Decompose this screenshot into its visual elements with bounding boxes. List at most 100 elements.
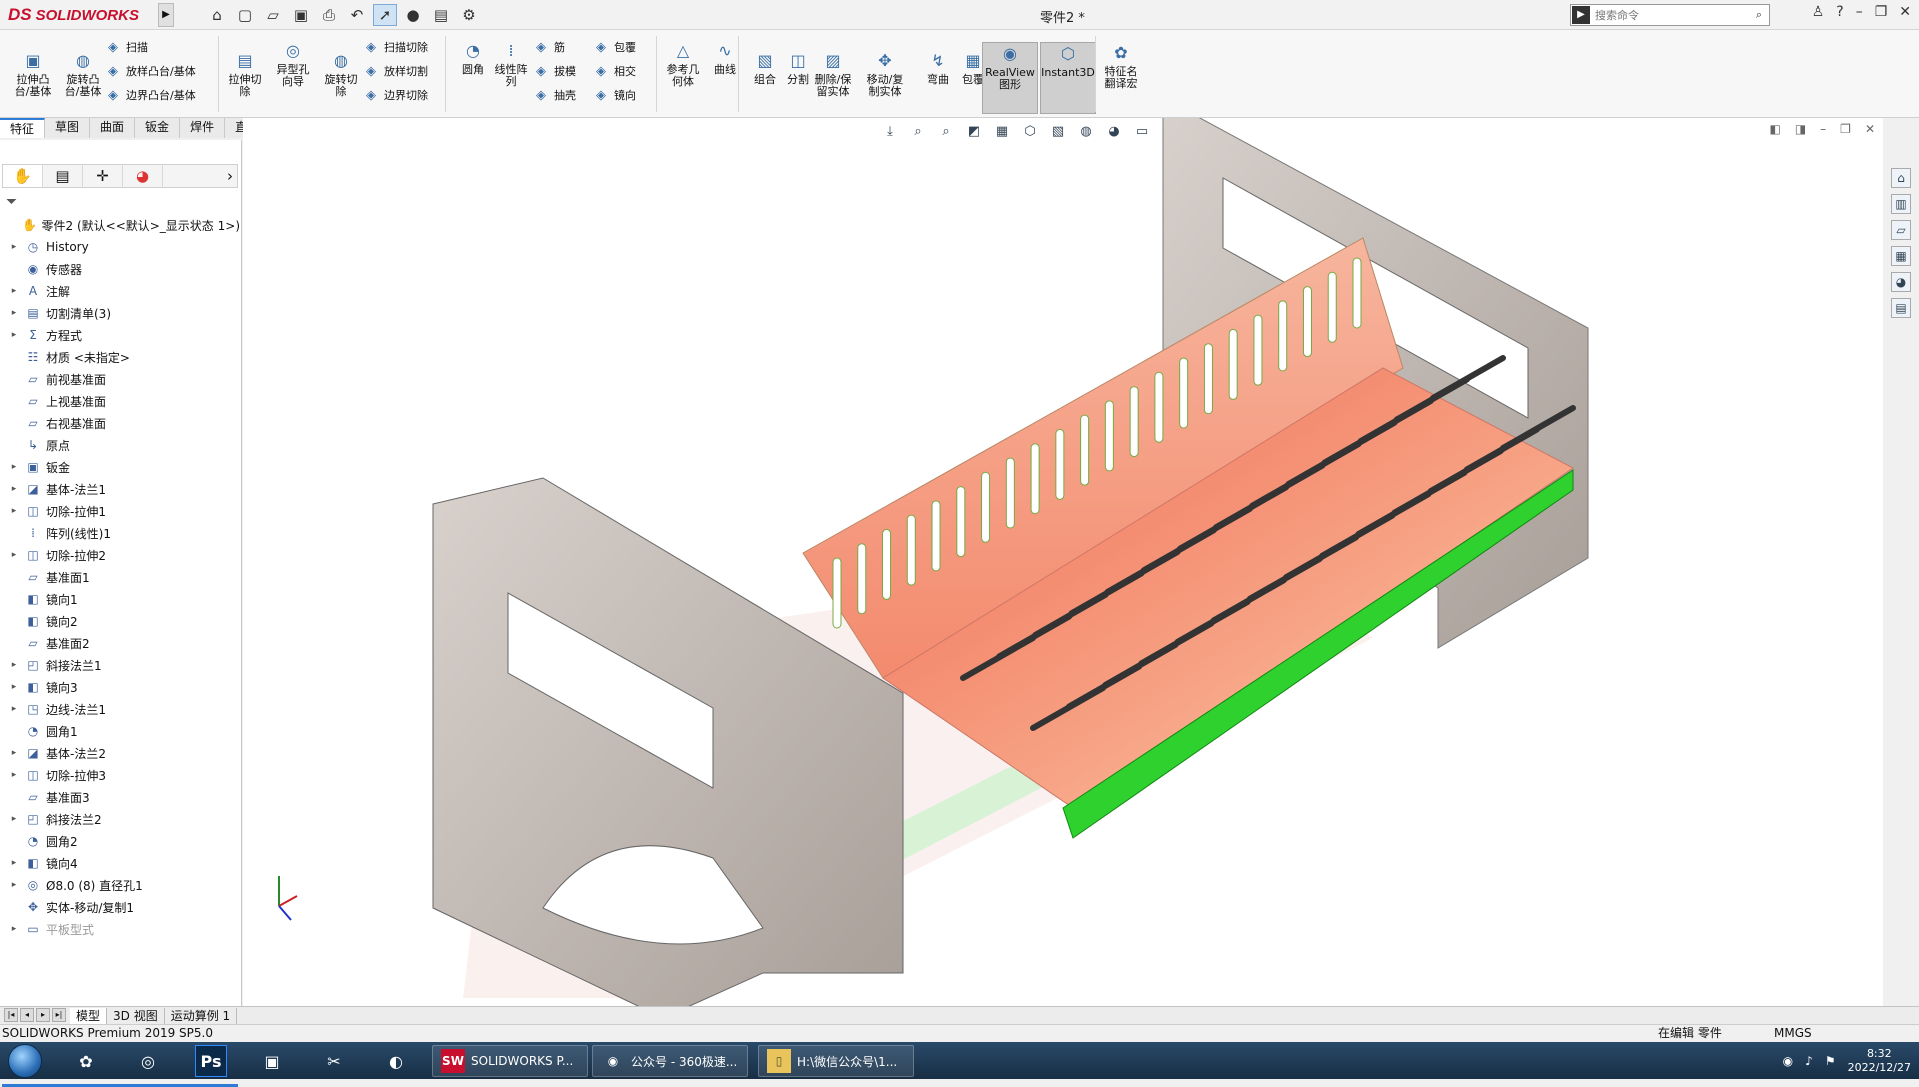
- select-arrow-icon[interactable]: ➚: [373, 4, 397, 26]
- tree-item[interactable]: ☷ 材质 <未指定>: [0, 346, 240, 368]
- feature-tree-tab-icon[interactable]: ✋: [3, 165, 43, 187]
- tree-item[interactable]: ▱ 基准面3: [0, 786, 240, 808]
- tree-item[interactable]: ▱ 基准面1: [0, 566, 240, 588]
- draft-button[interactable]: ◈ 拔模: [532, 62, 576, 80]
- appearance-icon[interactable]: ◕: [1104, 122, 1124, 140]
- tree-item[interactable]: ▸ ◫ 切除-拉伸2: [0, 544, 240, 566]
- viewport-minimize-icon[interactable]: –: [1820, 122, 1826, 136]
- tree-item[interactable]: ▱ 上视基准面: [0, 390, 240, 412]
- panel-more-icon[interactable]: ›: [163, 165, 237, 187]
- tree-item[interactable]: ▸ ◧ 镜向4: [0, 852, 240, 874]
- viewport-next-icon[interactable]: ◨: [1795, 122, 1806, 136]
- zoom-previous-icon[interactable]: ⌕: [936, 122, 956, 140]
- tray-network-icon[interactable]: ◉: [1783, 1054, 1793, 1068]
- open-file-icon[interactable]: ▱: [261, 4, 285, 26]
- prev-tab-icon[interactable]: ◂: [20, 1007, 34, 1022]
- expand-chevron-icon[interactable]: ▸: [8, 308, 20, 318]
- clock[interactable]: 8:32 2022/12/27: [1848, 1047, 1911, 1075]
- tab-0[interactable]: 特征: [0, 118, 46, 138]
- next-tab-icon[interactable]: ▸: [36, 1007, 50, 1022]
- tree-item[interactable]: ↳ 原点: [0, 434, 240, 456]
- view-orientation-icon[interactable]: ⬡: [1020, 122, 1040, 140]
- rib-button[interactable]: ◈ 筋: [532, 38, 565, 56]
- expand-chevron-icon[interactable]: ▸: [8, 506, 20, 516]
- configuration-tab-icon[interactable]: ✛: [83, 165, 123, 187]
- tree-item[interactable]: ◧ 镜向2: [0, 610, 240, 632]
- user-icon[interactable]: ♙: [1812, 4, 1825, 20]
- taskbar-window-1[interactable]: ◉ 公众号 - 360极速...: [592, 1045, 748, 1077]
- section-view-icon[interactable]: ◩: [964, 122, 984, 140]
- expand-chevron-icon[interactable]: ▸: [8, 330, 20, 340]
- expand-chevron-icon[interactable]: ▸: [8, 682, 20, 692]
- expand-chevron-icon[interactable]: ▸: [8, 242, 20, 252]
- expand-chevron-icon[interactable]: ▸: [8, 748, 20, 758]
- tab-1[interactable]: 草图: [45, 118, 91, 138]
- tree-item[interactable]: ▸ ◳ 边线-法兰1: [0, 698, 240, 720]
- start-button[interactable]: [8, 1044, 42, 1078]
- taskbar-window-0[interactable]: SW SOLIDWORKS P...: [432, 1045, 588, 1077]
- tree-item[interactable]: ▸ ◪ 基体-法兰1: [0, 478, 240, 500]
- search-mode-icon[interactable]: ▶: [1572, 6, 1590, 24]
- expand-chevron-icon[interactable]: ▸: [8, 704, 20, 714]
- tab-3[interactable]: 钣金: [135, 118, 181, 138]
- design-library-icon[interactable]: ▥: [1891, 194, 1911, 214]
- tool-app-icon[interactable]: ✂: [312, 1045, 356, 1077]
- expand-chevron-icon[interactable]: ▸: [8, 880, 20, 890]
- property-manager-tab-icon[interactable]: ▤: [43, 165, 83, 187]
- expand-chevron-icon[interactable]: ▸: [8, 924, 20, 934]
- undo-icon[interactable]: ↶: [345, 4, 369, 26]
- tree-item[interactable]: ▸ ▭ 平板型式: [0, 918, 240, 940]
- tab-2[interactable]: 曲面: [90, 118, 136, 138]
- taskbar-window-2[interactable]: ▯ H:\微信公众号\1...: [758, 1045, 914, 1077]
- search-input[interactable]: 搜索命令: [1591, 7, 1749, 23]
- expand-chevron-icon[interactable]: ▸: [8, 484, 20, 494]
- boundcut-button[interactable]: ◈ 边界切除: [362, 86, 428, 104]
- extcut-button[interactable]: ▤ 拉伸切 除: [222, 50, 268, 98]
- pinned-app-icon[interactable]: ✿: [64, 1045, 108, 1077]
- browser-icon[interactable]: ◎: [126, 1045, 170, 1077]
- sweepcut-button[interactable]: ◈ 扫描切除: [362, 38, 428, 56]
- revcut-button[interactable]: ◍ 旋转切 除: [318, 50, 364, 98]
- restore-icon[interactable]: ❐: [1875, 4, 1888, 20]
- scene-icon[interactable]: ▭: [1132, 122, 1152, 140]
- hole-button[interactable]: ◎ 异型孔 向导: [270, 40, 316, 88]
- tree-item[interactable]: ▱ 前视基准面: [0, 368, 240, 390]
- unit-system[interactable]: MMGS: [1774, 1025, 1812, 1042]
- viewport-prev-icon[interactable]: ◧: [1769, 122, 1780, 136]
- graphics-area[interactable]: [243, 118, 1883, 1010]
- tree-item[interactable]: ⁞ 阵列(线性)1: [0, 522, 240, 544]
- tree-item[interactable]: ▸ ◪ 基体-法兰2: [0, 742, 240, 764]
- hide-show-icon[interactable]: ◍: [1076, 122, 1096, 140]
- photoshop-icon[interactable]: Ps: [195, 1045, 227, 1077]
- expand-chevron-icon[interactable]: ▸: [8, 286, 20, 296]
- expand-chevron-icon[interactable]: ▸: [8, 770, 20, 780]
- tree-item[interactable]: ▸ ◰ 斜接法兰2: [0, 808, 240, 830]
- wrap2-button[interactable]: ◈ 包覆: [592, 38, 636, 56]
- refgeo-button[interactable]: △ 参考几 何体: [660, 40, 706, 88]
- bottom-tab-2[interactable]: 运动算例 1: [165, 1007, 238, 1024]
- tree-item[interactable]: ▸ A 注解: [0, 280, 240, 302]
- solidworks-logo[interactable]: DS SOLIDWORKS: [8, 4, 139, 26]
- media-app-icon[interactable]: ▣: [250, 1045, 294, 1077]
- tree-item[interactable]: ◔ 圆角1: [0, 720, 240, 742]
- movebody-button[interactable]: ✥ 移动/复 制实体: [862, 50, 908, 98]
- help-icon[interactable]: ?: [1836, 4, 1843, 20]
- dynamic-annotation-icon[interactable]: ▦: [992, 122, 1012, 140]
- expand-chevron-icon[interactable]: ▸: [8, 660, 20, 670]
- tree-item[interactable]: ▸ ◫ 切除-拉伸1: [0, 500, 240, 522]
- tree-item[interactable]: ◔ 圆角2: [0, 830, 240, 852]
- expand-chevron-icon[interactable]: ▸: [8, 814, 20, 824]
- boundary-button[interactable]: ◈ 边界凸台/基体: [104, 86, 196, 104]
- tree-item[interactable]: ✋ 零件2 (默认<<默认>_显示状态 1>): [0, 214, 240, 236]
- tray-volume-icon[interactable]: ♪: [1805, 1054, 1813, 1068]
- file-explorer-icon[interactable]: ▱: [1891, 220, 1911, 240]
- instant3d-button[interactable]: ⬡ Instant3D: [1040, 42, 1096, 114]
- tree-item[interactable]: ▸ ◎ Ø8.0 (8) 直径孔1: [0, 874, 240, 896]
- view-palette-icon[interactable]: ▦: [1891, 246, 1911, 266]
- sweep-button[interactable]: ◈ 扫描: [104, 38, 148, 56]
- display-style-icon[interactable]: ▧: [1048, 122, 1068, 140]
- appearances-icon[interactable]: ◕: [1891, 272, 1911, 292]
- close-icon[interactable]: ✕: [1899, 4, 1911, 20]
- tree-item[interactable]: ▱ 右视基准面: [0, 412, 240, 434]
- realview-button[interactable]: ◉ RealView 图形: [982, 42, 1038, 114]
